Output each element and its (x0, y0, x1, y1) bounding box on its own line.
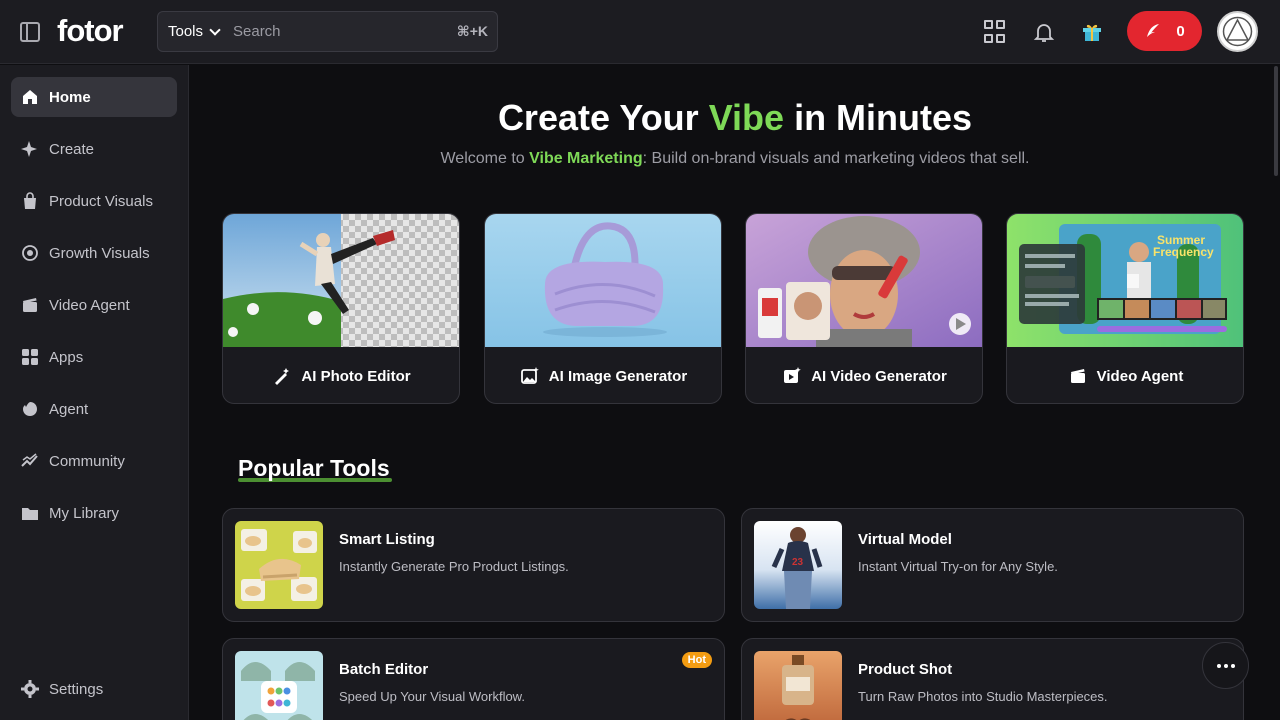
tool-thumbnail (754, 651, 842, 720)
sidebar-item-label: Product Visuals (49, 192, 153, 210)
tool-card-smart-listing[interactable]: Smart Listing Instantly Generate Pro Pro… (222, 508, 725, 622)
fotor-logo[interactable]: fotor (57, 13, 124, 49)
sidebar-item-community[interactable]: Community (11, 441, 177, 481)
scrollbar[interactable] (1274, 66, 1278, 176)
tool-description: Instant Virtual Try-on for Any Style. (858, 559, 1058, 574)
sidebar-item-agent[interactable]: Agent (11, 389, 177, 429)
video-clapper-icon (1070, 369, 1085, 383)
sidebar-item-label: Agent (49, 400, 89, 418)
sidebar-item-label: Home (49, 88, 91, 106)
sidebar-item-my-library[interactable]: My Library (11, 493, 177, 533)
gear-icon (21, 680, 39, 698)
feature-label: AI Video Generator (746, 347, 982, 403)
agent-icon (21, 400, 39, 418)
tool-thumbnail (235, 521, 323, 609)
tool-description: Turn Raw Photos into Studio Masterpieces… (858, 689, 1108, 704)
sidebar-item-label: Apps (49, 348, 84, 366)
credits-count: 0 (1176, 22, 1185, 40)
shopping-bag-icon (21, 192, 39, 210)
tool-card-batch-editor[interactable]: Batch Editor Speed Up Your Visual Workfl… (222, 638, 725, 720)
feature-card-ai-video-generator[interactable]: AI Video Generator (745, 213, 983, 404)
credits-button[interactable]: 0 (1127, 11, 1202, 51)
feature-image (223, 214, 459, 347)
top-bar: fotor Tools Search ⌘+K 0 (0, 0, 1280, 64)
feature-image (485, 214, 721, 347)
tool-name: Smart Listing (339, 531, 435, 548)
tool-card-virtual-model[interactable]: 23 Virtual Model Instant Virtual Try-on … (741, 508, 1244, 622)
feature-label: Video Agent (1007, 347, 1243, 403)
gift-icon[interactable] (1080, 20, 1104, 44)
feature-image (746, 214, 982, 347)
tool-name: Batch Editor (339, 661, 429, 678)
video-clapper-icon (21, 296, 39, 314)
apps-grid-icon[interactable] (984, 20, 1008, 44)
feature-label: AI Image Generator (485, 347, 721, 403)
tool-name: Product Shot (858, 661, 953, 678)
dot-icon (1223, 663, 1228, 668)
page-subtitle: Welcome to Vibe Marketing: Build on-bran… (440, 150, 1030, 167)
bell-icon[interactable] (1032, 20, 1056, 44)
sparkle-icon (21, 140, 39, 158)
sidebar-item-label: Community (49, 452, 125, 470)
sidebar-item-product-visuals[interactable]: Product Visuals (11, 181, 177, 221)
sidebar-item-label: My Library (49, 504, 120, 522)
search-shortcut-hint: ⌘+K (456, 23, 488, 39)
page-title: Create Your Vibe in Minutes (497, 97, 973, 138)
more-options-button[interactable] (1202, 642, 1249, 689)
folder-icon (21, 504, 39, 522)
sidebar-item-settings[interactable]: Settings (11, 669, 177, 709)
search-input[interactable]: Search (233, 23, 281, 40)
sidebar-item-growth-visuals[interactable]: Growth Visuals (11, 233, 177, 273)
sidebar-item-label: Video Agent (49, 296, 130, 314)
target-icon (21, 244, 39, 262)
community-icon (21, 452, 39, 470)
tool-card-product-shot[interactable]: Product Shot Turn Raw Photos into Studio… (741, 638, 1244, 720)
avatar[interactable] (1217, 11, 1258, 52)
sidebar-item-label: Create (49, 140, 95, 158)
sidebar: Home Create Product Visuals Growth Visua… (0, 65, 189, 720)
tool-description: Instantly Generate Pro Product Listings. (339, 559, 569, 574)
feature-card-video-agent[interactable]: Summer Frequency Video Agent (1006, 213, 1244, 404)
sidebar-toggle-icon[interactable] (20, 22, 40, 42)
svg-text:Frequency: Frequency (1153, 245, 1214, 259)
feature-image: Summer Frequency (1007, 214, 1243, 347)
tools-dropdown[interactable]: Tools (168, 23, 221, 40)
tool-name: Virtual Model (858, 531, 952, 548)
tools-dropdown-label: Tools (168, 23, 204, 40)
feature-card-ai-photo-editor[interactable]: AI Photo Editor (222, 213, 460, 404)
hot-badge: Hot (681, 652, 712, 668)
sidebar-item-apps[interactable]: Apps (11, 337, 177, 377)
apps-grid-icon (21, 348, 39, 366)
home-icon (21, 88, 39, 106)
feature-label: AI Photo Editor (223, 347, 459, 403)
video-sparkle-icon (784, 367, 802, 383)
sidebar-item-video-agent[interactable]: Video Agent (11, 285, 177, 325)
image-sparkle-icon (520, 367, 539, 384)
chevron-down-icon (209, 23, 221, 36)
sidebar-item-create[interactable]: Create (11, 129, 177, 169)
search-bar[interactable]: Tools Search ⌘+K (157, 11, 498, 52)
dot-icon (1230, 663, 1235, 668)
sidebar-item-label: Growth Visuals (49, 244, 150, 262)
section-title: Popular Tools (238, 455, 390, 481)
tool-thumbnail: 23 (754, 521, 842, 609)
dot-icon (1216, 663, 1221, 668)
magic-wand-icon (275, 368, 290, 385)
feature-card-ai-image-generator[interactable]: AI Image Generator (484, 213, 722, 404)
tool-thumbnail (235, 651, 323, 720)
svg-text:23: 23 (792, 557, 804, 568)
tool-description: Speed Up Your Visual Workflow. (339, 689, 525, 704)
sidebar-item-home[interactable]: Home (11, 77, 177, 117)
sidebar-item-label: Settings (49, 680, 104, 698)
main-content: Create Your Vibe in Minutes Welcome to V… (190, 65, 1280, 720)
feather-icon (1147, 24, 1160, 37)
